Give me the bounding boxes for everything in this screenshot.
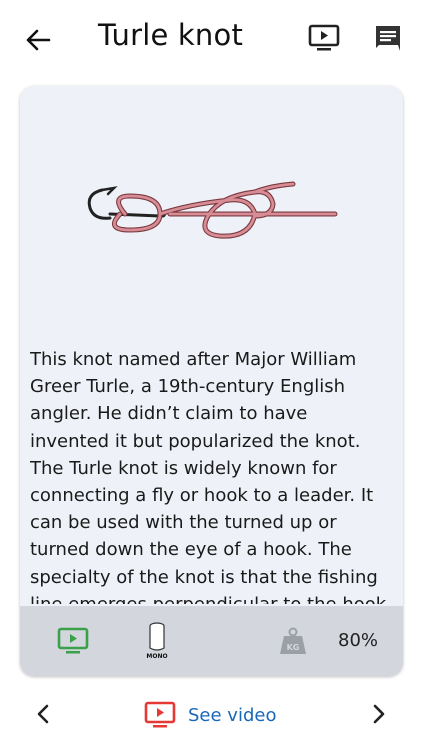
play-red-icon bbox=[144, 701, 176, 728]
see-video-button[interactable]: See video bbox=[144, 698, 276, 732]
knot-illustration bbox=[87, 181, 338, 239]
animation-play-button[interactable] bbox=[56, 626, 90, 656]
mono-line-icon: MONO bbox=[146, 622, 168, 660]
card-footer: MONO KG 80% bbox=[20, 606, 403, 676]
page-title: Turle knot bbox=[98, 18, 244, 52]
see-video-label: See video bbox=[188, 704, 277, 726]
video-button[interactable] bbox=[302, 18, 346, 58]
bottom-nav: See video bbox=[0, 690, 422, 740]
strength-percent: 80% bbox=[338, 630, 379, 651]
kg-label: KG bbox=[287, 643, 300, 652]
weight-indicator: KG bbox=[278, 626, 308, 656]
next-knot-button[interactable] bbox=[364, 694, 394, 734]
description-scroll[interactable]: This knot named after Major William Gree… bbox=[30, 346, 390, 604]
kg-weight-icon: KG bbox=[280, 627, 306, 654]
previous-knot-button[interactable] bbox=[28, 694, 58, 734]
app-bar: Turle knot bbox=[0, 0, 422, 78]
mono-label: MONO bbox=[146, 653, 167, 660]
line-type-button[interactable]: MONO bbox=[144, 620, 170, 660]
tv-play-icon bbox=[308, 24, 340, 51]
back-button[interactable] bbox=[18, 20, 58, 60]
play-green-icon bbox=[57, 627, 89, 654]
knot-description: This knot named after Major William Gree… bbox=[30, 349, 386, 604]
chevron-left-icon bbox=[37, 704, 49, 724]
knot-card: This knot named after Major William Gree… bbox=[20, 86, 403, 676]
arrow-back-icon bbox=[26, 29, 51, 51]
comments-button[interactable] bbox=[368, 18, 408, 58]
comment-icon bbox=[376, 26, 400, 51]
chevron-right-icon bbox=[373, 704, 385, 724]
